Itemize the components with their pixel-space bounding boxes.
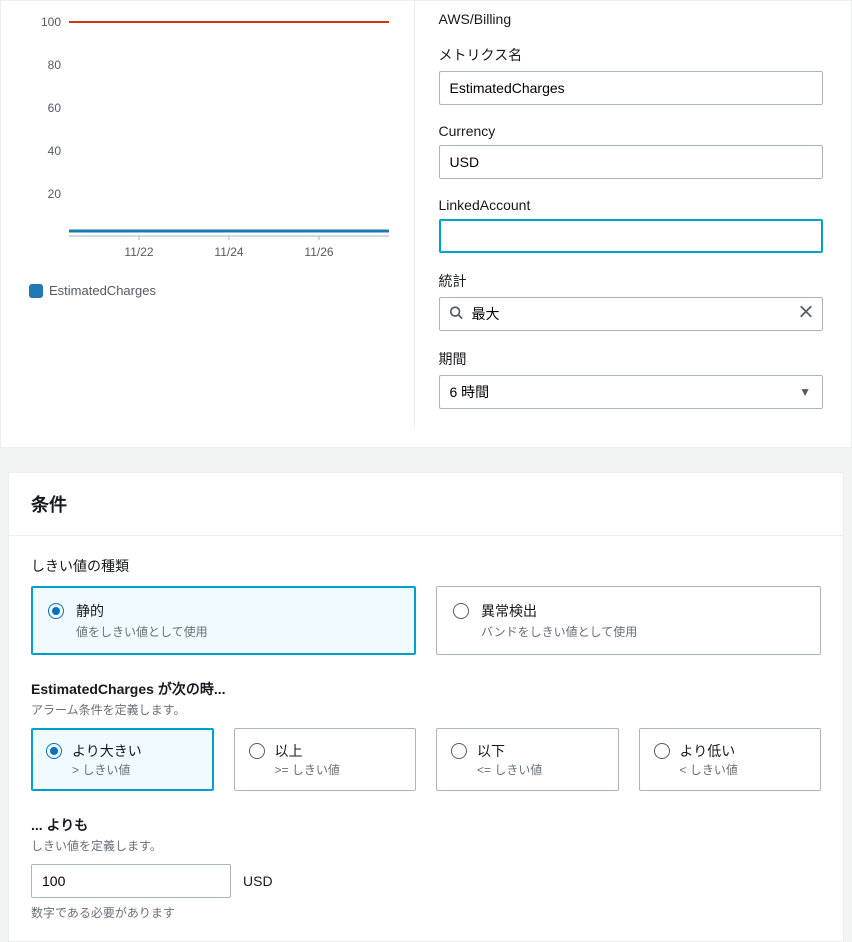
chart-column: 100 80 60 40 20 11/22 11/24 11/26 bbox=[1, 1, 414, 427]
svg-text:20: 20 bbox=[48, 187, 62, 201]
when-label: EstimatedCharges が次の時... bbox=[31, 679, 821, 699]
radio-icon bbox=[46, 743, 62, 759]
chevron-down-icon: ▼ bbox=[799, 385, 811, 399]
threshold-type-label: しきい値の種類 bbox=[31, 556, 821, 576]
currency-label: Currency bbox=[439, 123, 824, 139]
numeric-hint: 数字である必要があります bbox=[31, 904, 821, 921]
operator-greater-equal[interactable]: 以上 >= しきい値 bbox=[234, 728, 417, 791]
svg-text:100: 100 bbox=[41, 15, 61, 29]
legend-label: EstimatedCharges bbox=[49, 283, 156, 298]
tile-title: 異常検出 bbox=[481, 601, 637, 621]
than-label: ... よりも bbox=[31, 815, 821, 835]
period-label: 期間 bbox=[439, 349, 824, 369]
op-title: 以下 bbox=[477, 741, 542, 761]
conditions-panel: 条件 しきい値の種類 静的 値をしきい値として使用 異常検出 バンドをしきい値と… bbox=[8, 472, 844, 942]
threshold-row: USD bbox=[31, 864, 821, 898]
operator-less[interactable]: より低い < しきい値 bbox=[639, 728, 822, 791]
threshold-type-static[interactable]: 静的 値をしきい値として使用 bbox=[31, 586, 416, 655]
threshold-input[interactable] bbox=[31, 864, 231, 898]
when-hint: アラーム条件を定義します。 bbox=[31, 701, 821, 718]
svg-text:11/24: 11/24 bbox=[214, 245, 243, 259]
radio-icon bbox=[453, 603, 469, 619]
threshold-type-anomaly[interactable]: 異常検出 バンドをしきい値として使用 bbox=[436, 586, 821, 655]
chart-legend: EstimatedCharges bbox=[29, 283, 414, 298]
tile-desc: バンドをしきい値として使用 bbox=[481, 623, 637, 640]
operator-row: より大きい > しきい値 以上 >= しきい値 以下 <= しきい値 bbox=[31, 728, 821, 791]
svg-text:80: 80 bbox=[48, 58, 62, 72]
conditions-title: 条件 bbox=[31, 491, 821, 517]
operator-less-equal[interactable]: 以下 <= しきい値 bbox=[436, 728, 619, 791]
conditions-header: 条件 bbox=[9, 473, 843, 536]
op-title: 以上 bbox=[275, 741, 340, 761]
radio-icon bbox=[249, 743, 265, 759]
linked-account-label: LinkedAccount bbox=[439, 197, 824, 213]
statistic-input[interactable] bbox=[439, 297, 824, 331]
threshold-unit: USD bbox=[243, 873, 273, 889]
svg-text:11/22: 11/22 bbox=[124, 245, 153, 259]
op-desc: >= しきい値 bbox=[275, 761, 340, 778]
op-desc: < しきい値 bbox=[680, 761, 738, 778]
linked-account-input[interactable] bbox=[439, 219, 824, 253]
svg-text:11/26: 11/26 bbox=[304, 245, 333, 259]
currency-input[interactable] bbox=[439, 145, 824, 179]
metric-form-column: AWS/Billing メトリクス名 Currency LinkedAccoun… bbox=[414, 1, 852, 427]
line-chart: 100 80 60 40 20 11/22 11/24 11/26 bbox=[29, 11, 409, 261]
op-title: より大きい bbox=[72, 741, 142, 761]
chart-area: 100 80 60 40 20 11/22 11/24 11/26 bbox=[29, 11, 414, 271]
tile-title: 静的 bbox=[76, 601, 208, 621]
than-hint: しきい値を定義します。 bbox=[31, 837, 821, 854]
op-desc: <= しきい値 bbox=[477, 761, 542, 778]
clear-icon[interactable] bbox=[799, 305, 813, 324]
metric-name-input[interactable] bbox=[439, 71, 824, 105]
legend-swatch bbox=[29, 284, 43, 298]
conditions-body: しきい値の種類 静的 値をしきい値として使用 異常検出 バンドをしきい値として使… bbox=[9, 536, 843, 941]
svg-text:40: 40 bbox=[48, 144, 62, 158]
metric-name-label: メトリクス名 bbox=[439, 45, 824, 65]
search-icon bbox=[449, 306, 463, 323]
period-select[interactable] bbox=[439, 375, 824, 409]
radio-icon bbox=[654, 743, 670, 759]
radio-icon bbox=[48, 603, 64, 619]
namespace-label: AWS/Billing bbox=[439, 11, 824, 27]
operator-greater[interactable]: より大きい > しきい値 bbox=[31, 728, 214, 791]
op-desc: > しきい値 bbox=[72, 761, 142, 778]
op-title: より低い bbox=[680, 741, 738, 761]
metric-config-panel: 100 80 60 40 20 11/22 11/24 11/26 bbox=[0, 0, 852, 448]
tile-desc: 値をしきい値として使用 bbox=[76, 623, 208, 640]
radio-icon bbox=[451, 743, 467, 759]
threshold-type-row: 静的 値をしきい値として使用 異常検出 バンドをしきい値として使用 bbox=[31, 586, 821, 655]
svg-text:60: 60 bbox=[48, 101, 62, 115]
statistic-label: 統計 bbox=[439, 271, 824, 291]
